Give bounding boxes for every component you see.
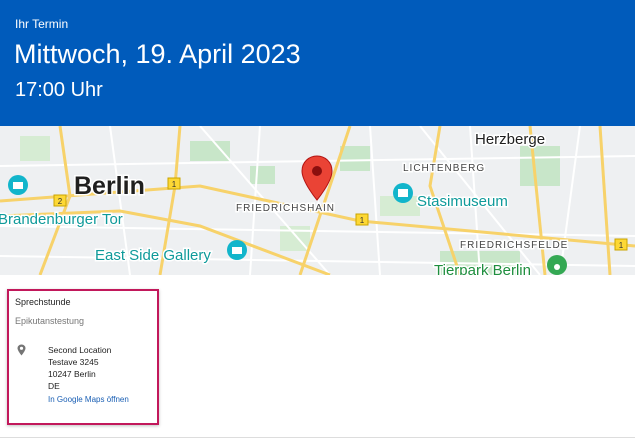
location-address: Second Location Testave 3245 10247 Berli… [48, 344, 111, 392]
location-country: DE [48, 381, 60, 391]
appointment-header: Ihr Termin Mittwoch, 19. April 2023 17:0… [0, 0, 635, 126]
road-badge: 1 [619, 241, 624, 250]
map-label-east-side-gallery: East Side Gallery [95, 247, 211, 264]
header-label: Ihr Termin [15, 17, 69, 31]
location-name: Second Location [48, 345, 112, 355]
location-street: Testave 3245 [48, 357, 99, 367]
location-map[interactable]: 2 1 1 1 Berlin Herzberge LICHTENBERG FRI… [0, 126, 635, 275]
map-label-brandenburger-tor: Brandenburger Tor [0, 211, 123, 228]
map-label-friedrichsfelde: FRIEDRICHSFELDE [460, 240, 568, 251]
map-label-lichtenberg: LICHTENBERG [403, 163, 485, 174]
appointment-date: Mittwoch, 19. April 2023 [14, 39, 301, 69]
road-badge: 1 [360, 216, 365, 225]
appointment-title: Sprechstunde [15, 297, 71, 307]
map-label-tierpark: Tierpark Berlin [434, 262, 531, 275]
map-label-berlin: Berlin [74, 172, 145, 200]
location-pin-icon [17, 343, 26, 361]
appointment-card: Sprechstunde Epikutanstestung Second Loc… [7, 289, 159, 425]
road-badge: 2 [58, 197, 63, 206]
road-badge: 1 [172, 180, 177, 189]
map-label-herzberge: Herzberge [475, 131, 545, 148]
divider [0, 437, 635, 438]
open-in-google-maps-link[interactable]: In Google Maps öffnen [48, 395, 129, 404]
map-label-stasimuseum: Stasimuseum [417, 193, 508, 210]
location-city: 10247 Berlin [48, 369, 96, 379]
map-label-friedrichshain: FRIEDRICHSHAIN [236, 203, 335, 214]
appointment-time: 17:00 Uhr [15, 79, 103, 101]
appointment-type: Epikutanstestung [15, 316, 85, 326]
map-graphic: 2 1 1 1 Berlin Herzberge LICHTENBERG FRI… [0, 126, 635, 275]
